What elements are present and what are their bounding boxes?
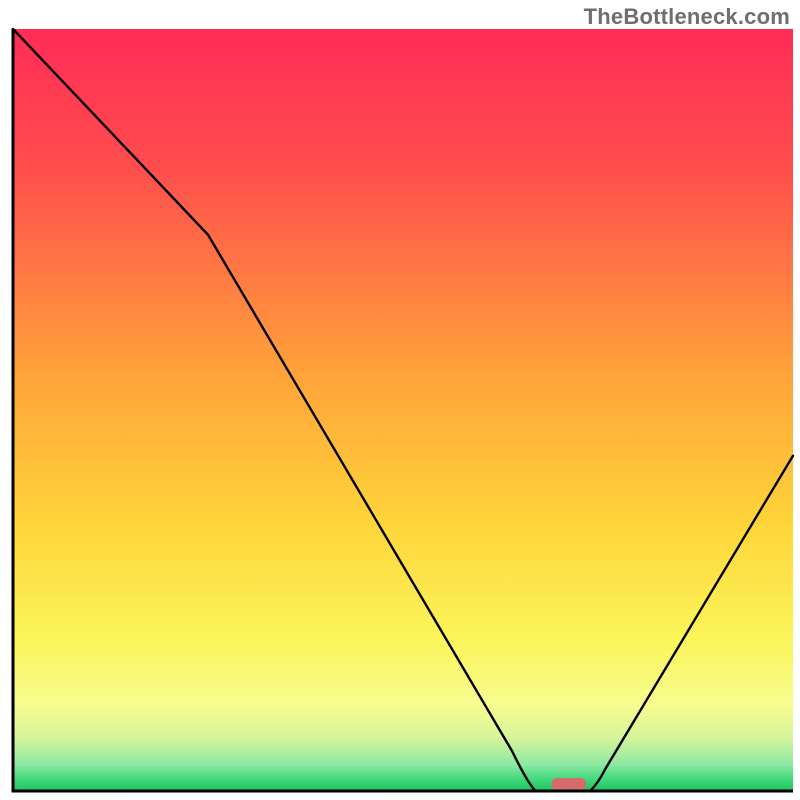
valley-marker [551,778,586,790]
plot-background [13,29,793,791]
chart-svg [0,0,800,800]
bottleneck-chart: TheBottleneck.com [0,0,800,800]
watermark-text: TheBottleneck.com [584,4,790,30]
